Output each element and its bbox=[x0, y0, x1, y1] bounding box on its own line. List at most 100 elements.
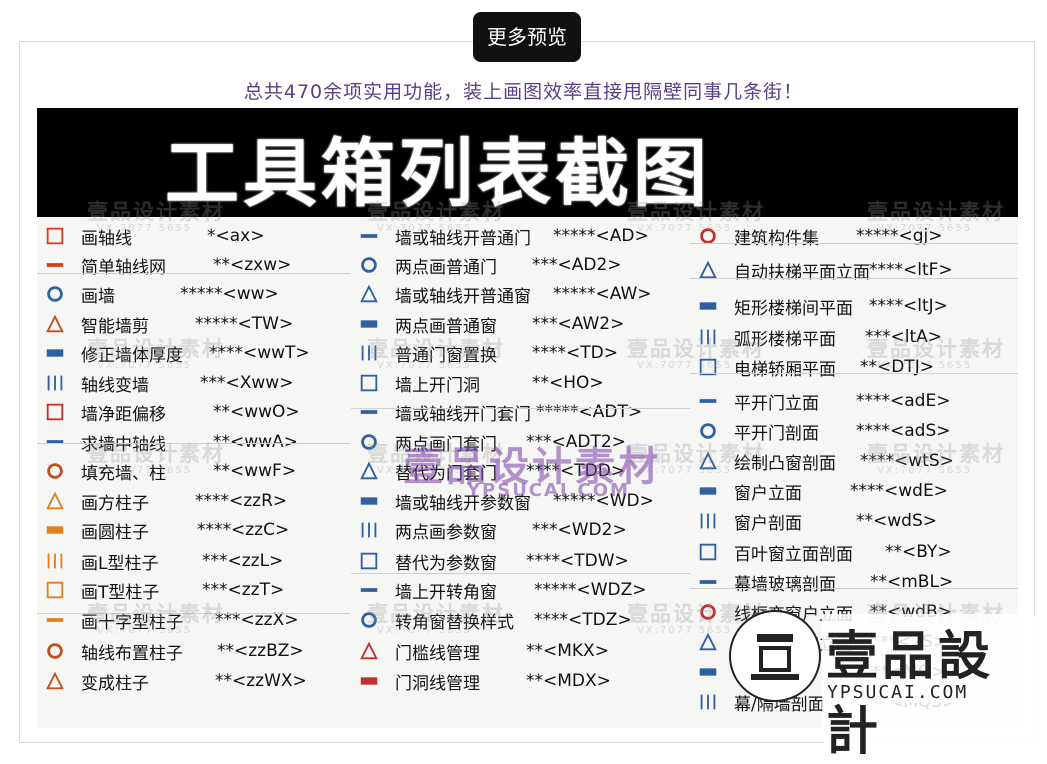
tool-item[interactable]: 墙上开门洞 **<HO> bbox=[351, 369, 604, 397]
tool-item[interactable]: 平开门剖面 ****<adS> bbox=[690, 417, 951, 445]
wall-cut-icon bbox=[43, 312, 67, 336]
tool-item[interactable]: 画L型柱子 ***<zzL> bbox=[37, 547, 283, 575]
tool-command: ***<WD2> bbox=[532, 520, 627, 540]
tool-command: **<zzBZ> bbox=[217, 641, 304, 661]
curtain-glass-icon bbox=[696, 570, 720, 594]
tool-command: *<ax> bbox=[207, 226, 265, 246]
tool-item[interactable]: 变成柱子 **<zzWX> bbox=[37, 667, 307, 695]
watermark-contact: VX:7077 5655 bbox=[877, 360, 973, 371]
divider bbox=[690, 243, 1018, 244]
tool-command: ****<TD> bbox=[532, 343, 618, 363]
tool-item[interactable]: 墙上开转角窗 *****<WDZ> bbox=[351, 576, 647, 604]
divider bbox=[351, 408, 690, 409]
tool-label: 智能墙剪 bbox=[81, 316, 149, 337]
watermark-contact: VX:7077 5655 bbox=[377, 625, 473, 636]
curtain-elev-icon bbox=[696, 660, 720, 684]
tool-item[interactable]: 矩形楼梯间平面 ****<ltJ> bbox=[690, 292, 948, 320]
tool-label: 画圆柱子 bbox=[81, 522, 149, 543]
tool-command: **<MKX> bbox=[526, 641, 609, 661]
cross-column-icon bbox=[43, 608, 67, 632]
tool-label: 门洞线管理 bbox=[395, 673, 480, 694]
t-column-icon bbox=[43, 578, 67, 602]
tool-label: 墙上开门洞 bbox=[395, 375, 480, 396]
divider bbox=[351, 573, 690, 574]
door-2pt-icon bbox=[357, 253, 381, 277]
tool-item[interactable]: 画圆柱子 ****<zzC> bbox=[37, 516, 289, 544]
banner-title: 工具箱列表截图 bbox=[165, 131, 711, 217]
door-elev-icon bbox=[696, 389, 720, 413]
tool-item[interactable]: 两点画参数窗 ***<WD2> bbox=[351, 516, 627, 544]
tool-label: 平开门剖面 bbox=[734, 423, 819, 444]
tool-label: 墙净距偏移 bbox=[81, 404, 166, 425]
door-hole-icon bbox=[357, 371, 381, 395]
banner: 工具箱列表截图 bbox=[37, 108, 1018, 217]
tool-label: 墙或轴线开门套门 bbox=[395, 404, 531, 425]
tool-command: **<zxw> bbox=[213, 255, 292, 275]
divider bbox=[37, 443, 350, 444]
tool-item[interactable]: 画方柱子 ****<zzR> bbox=[37, 487, 287, 515]
tool-command: **<wdS> bbox=[856, 511, 937, 531]
tool-item[interactable]: 幕墙玻璃剖面 **<mBL> bbox=[690, 568, 953, 596]
subtitle-text: 总共470余项实用功能，装上画图效率直接甩隔壁同事几条街！ bbox=[243, 81, 804, 103]
tool-item[interactable]: 画墙 *****<ww> bbox=[37, 280, 279, 308]
tool-label: 两点画参数窗 bbox=[395, 522, 497, 543]
tool-command: ***<AD2> bbox=[532, 255, 622, 275]
tool-item[interactable]: 墙净距偏移 **<wwO> bbox=[37, 398, 300, 426]
tool-item[interactable]: 弧形楼梯平面 ***<ltA> bbox=[690, 323, 942, 351]
fill-wall-icon bbox=[43, 459, 67, 483]
door-line-icon bbox=[357, 669, 381, 693]
tool-item[interactable]: 轴线变墙 ***<Xww> bbox=[37, 369, 293, 397]
tool-item[interactable]: 两点画普通门 ***<AD2> bbox=[351, 251, 622, 279]
tool-item[interactable]: 门洞线管理 **<MDX> bbox=[351, 667, 611, 695]
tool-item[interactable]: 求墙中轴线 **<wwA> bbox=[37, 428, 298, 456]
param-window-replace-icon bbox=[357, 549, 381, 573]
tool-label: 绘制凸窗剖面 bbox=[734, 453, 836, 474]
tool-label: 弧形楼梯平面 bbox=[734, 329, 836, 350]
watermark-contact: VX:7077 5655 bbox=[97, 223, 193, 234]
param-window-icon bbox=[357, 489, 381, 513]
tool-command: ***<zzL> bbox=[202, 551, 284, 571]
tool-item[interactable]: 轴线布置柱子 **<zzBZ> bbox=[37, 637, 304, 665]
tool-label: 画L型柱子 bbox=[81, 553, 159, 574]
tool-command: **<wwO> bbox=[213, 402, 300, 422]
more-preview-button[interactable]: 更多预览 bbox=[473, 12, 581, 62]
door-frame-2pt-icon bbox=[357, 430, 381, 454]
tool-item[interactable]: 自动扶梯平面立面 ****<ltF> bbox=[690, 256, 953, 284]
tool-command: *****<ww> bbox=[180, 284, 279, 304]
tool-item[interactable]: 窗户剖面 **<wdS> bbox=[690, 507, 937, 535]
tool-item[interactable]: 两点画普通窗 ***<AW2> bbox=[351, 310, 624, 338]
divider bbox=[690, 278, 1018, 279]
tool-command: ****<TDW> bbox=[526, 551, 629, 571]
tool-command: **<wwA> bbox=[213, 432, 298, 452]
watermark-contact: VX:7077 5655 bbox=[637, 223, 733, 234]
tool-label: 窗户立面 bbox=[734, 483, 802, 504]
logo-url: YPSUCAI.COM bbox=[827, 682, 969, 703]
tool-item[interactable]: 简单轴线网 **<zxw> bbox=[37, 251, 291, 279]
tool-item[interactable]: 墙或轴线开门套门 *****<ADT> bbox=[351, 398, 642, 426]
tool-item[interactable]: 百叶窗立面剖面 **<BY> bbox=[690, 538, 952, 566]
tool-label: 百叶窗立面剖面 bbox=[734, 544, 853, 565]
rect-stair-icon bbox=[696, 294, 720, 318]
tool-item[interactable]: 墙或轴线开普通窗 *****<AW> bbox=[351, 280, 652, 308]
tool-command: *****<WDZ> bbox=[534, 580, 647, 600]
tool-item[interactable]: 智能墙剪 *****<TW> bbox=[37, 310, 293, 338]
tool-label: 墙或轴线开普通窗 bbox=[395, 286, 531, 307]
tool-item[interactable]: 门槛线管理 **<MKX> bbox=[351, 637, 609, 665]
tool-label: 轴线布置柱子 bbox=[81, 643, 183, 664]
window-elev-icon bbox=[696, 479, 720, 503]
tool-item[interactable]: 窗户立面 ****<wdE> bbox=[690, 477, 948, 505]
wall-centerline-icon bbox=[43, 430, 67, 454]
tool-item[interactable]: 画T型柱子 ***<zzT> bbox=[37, 576, 284, 604]
tool-item[interactable]: 平开门立面 ****<adE> bbox=[690, 387, 950, 415]
wall-thickness-icon bbox=[43, 341, 67, 365]
watermark-contact: VX:7077 5655 bbox=[877, 465, 973, 476]
tool-command: ****<adS> bbox=[856, 421, 951, 441]
door-frame-icon bbox=[357, 400, 381, 424]
watermark-contact: VX:7077 5655 bbox=[377, 360, 473, 371]
tool-command: ****<ltF> bbox=[869, 260, 953, 280]
tool-label: 墙上开转角窗 bbox=[395, 582, 497, 603]
tool-command: ****<adE> bbox=[856, 391, 951, 411]
divider bbox=[37, 273, 350, 274]
tool-item[interactable]: 替代为参数窗 ****<TDW> bbox=[351, 547, 629, 575]
tool-label: 两点画普通窗 bbox=[395, 316, 497, 337]
